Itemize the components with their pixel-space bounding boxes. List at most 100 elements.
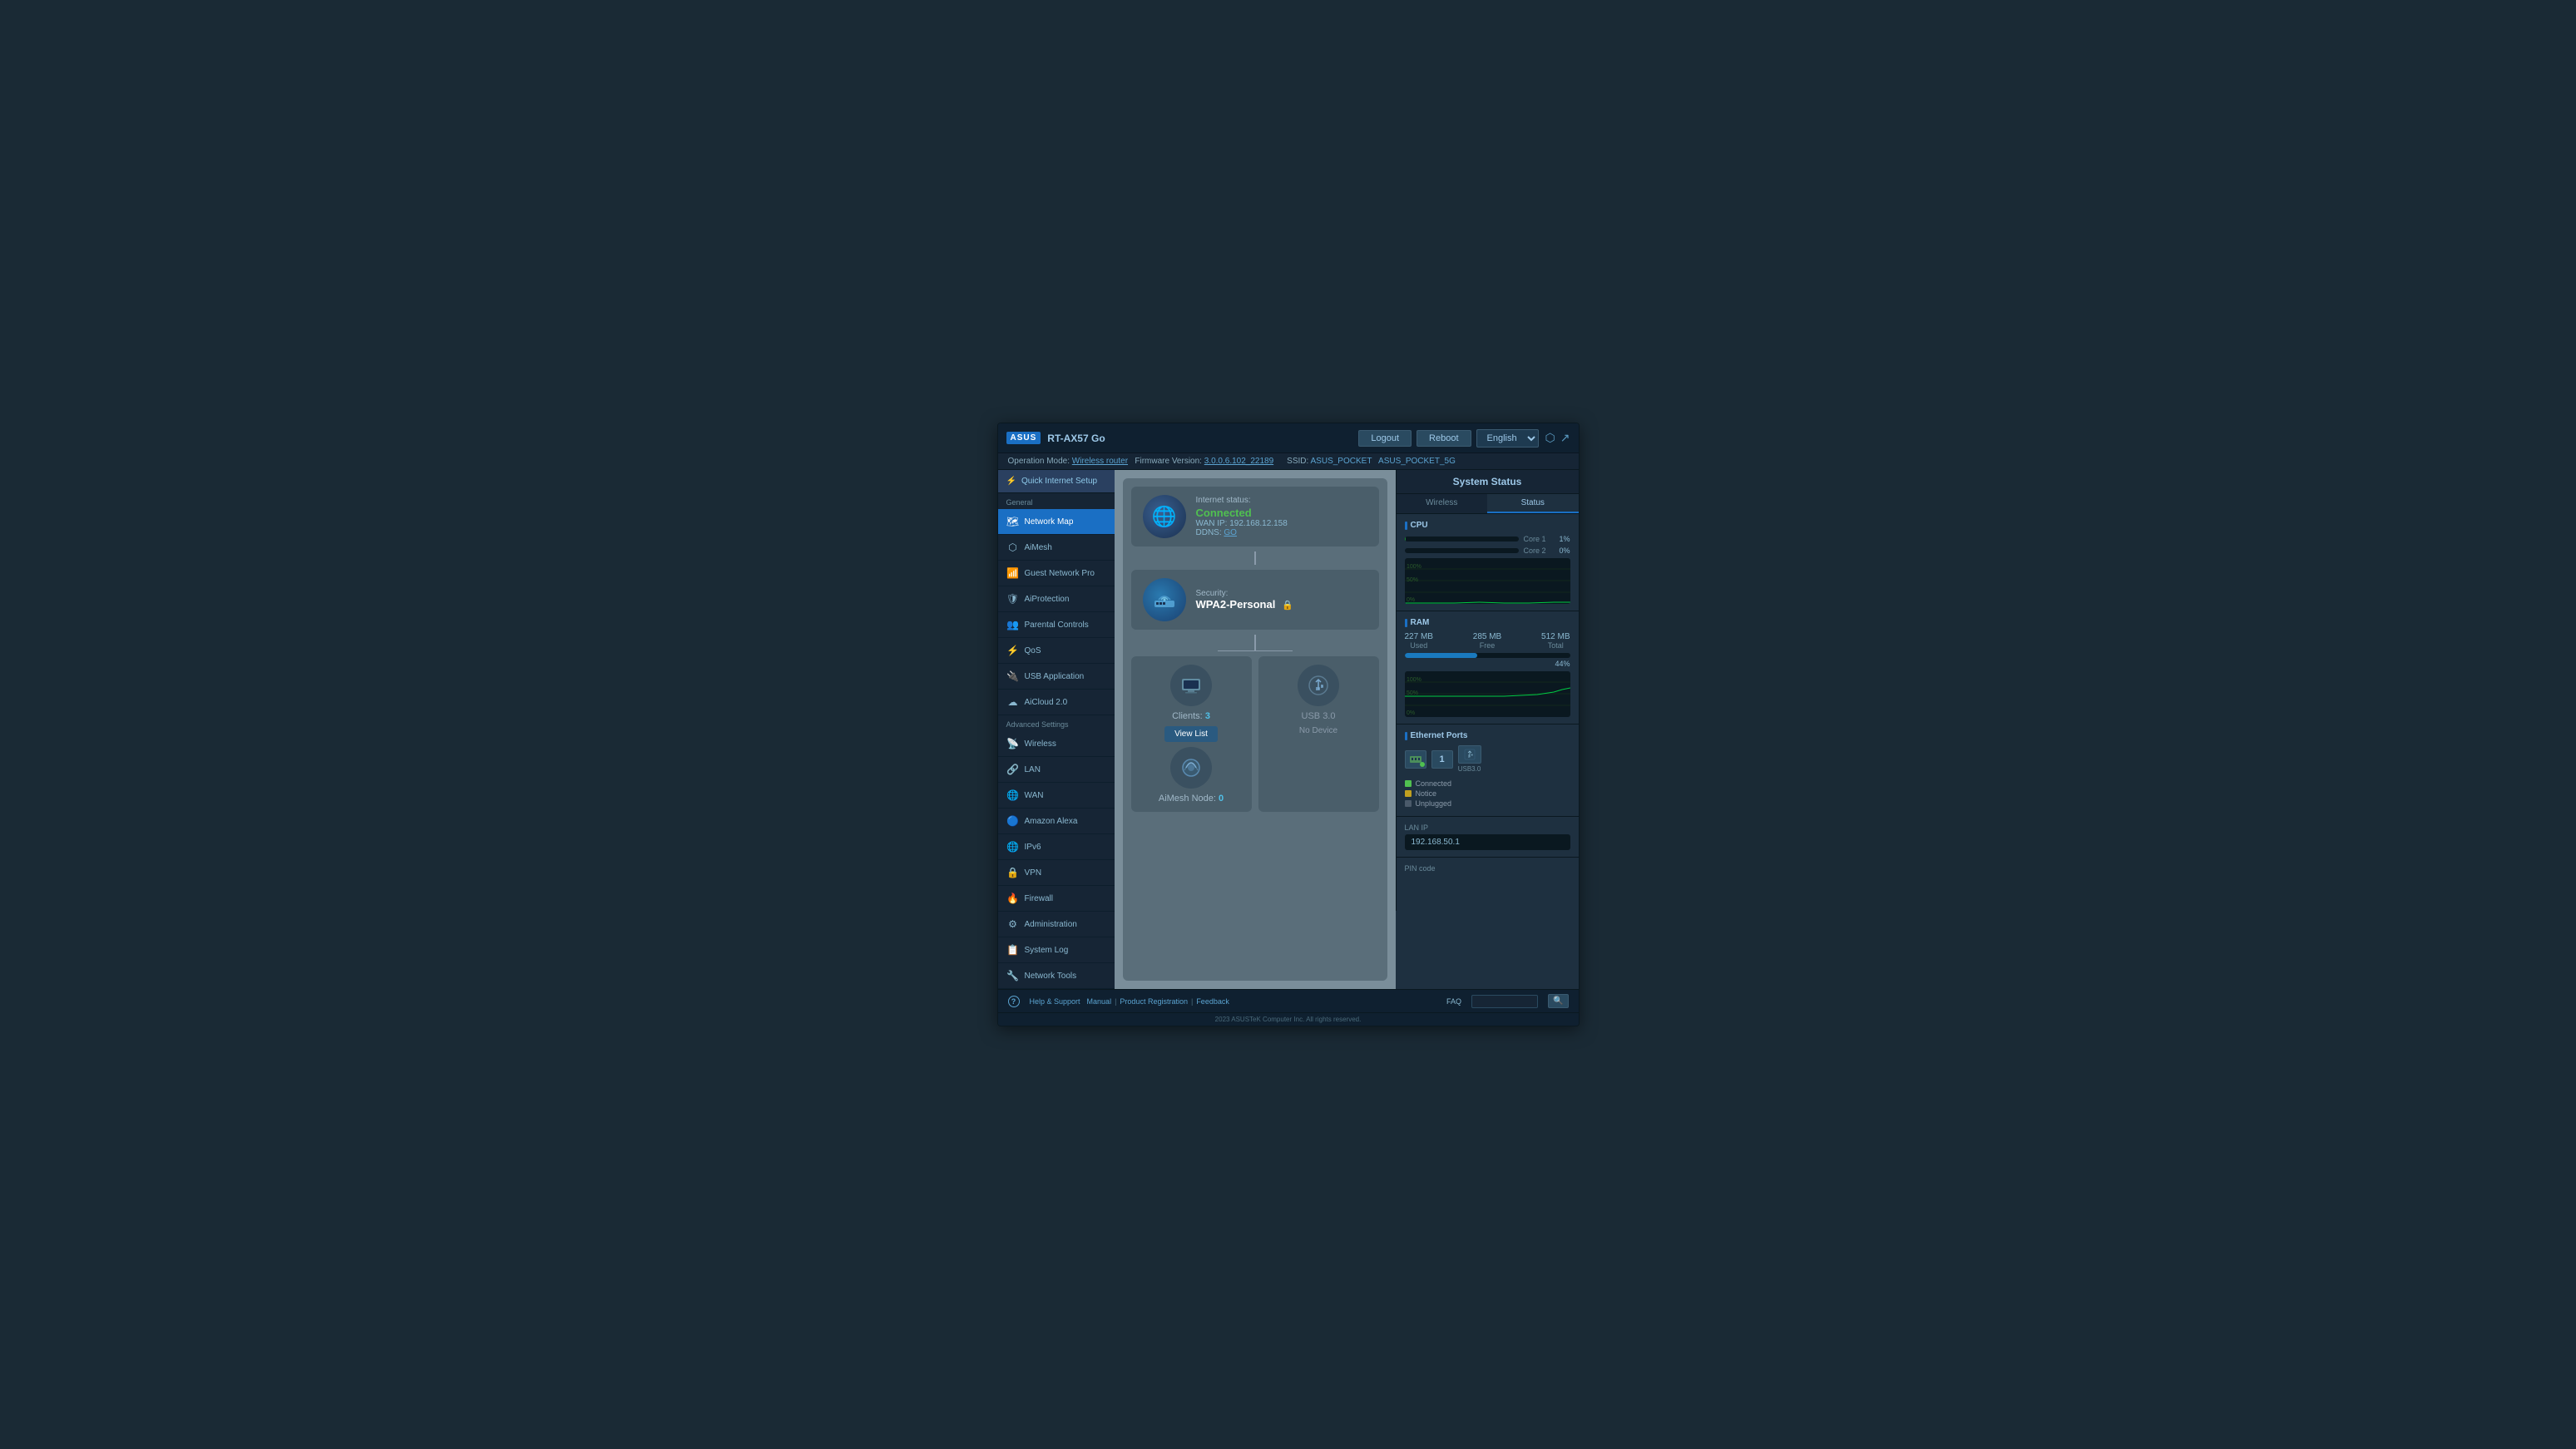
system-status-panel: System Status Wireless Status CPU Core 1… [1396, 470, 1579, 911]
sidebar-item-amazon-alexa[interactable]: 🔵 Amazon Alexa [998, 809, 1115, 834]
sidebar-item-lan[interactable]: 🔗 LAN [998, 757, 1115, 783]
network-map-icon: 🗺 [1006, 515, 1020, 528]
sidebar-item-firewall[interactable]: 🔥 Firewall [998, 886, 1115, 912]
eth-port-1: 1 [1431, 750, 1453, 769]
sidebar-label-network-tools: Network Tools [1025, 972, 1077, 981]
security-value: WPA2-Personal 🔒 [1196, 598, 1293, 611]
aiprotection-icon: 🛡 [1006, 592, 1020, 606]
sidebar-item-usb-application[interactable]: 🔌 USB Application [998, 664, 1115, 690]
sidebar-label-aimesh: AiMesh [1025, 543, 1052, 552]
globe-icon: 🌐 [1143, 495, 1186, 538]
router-icon [1143, 578, 1186, 621]
lan-ip-value: 192.168.50.1 [1405, 834, 1570, 850]
sidebar-label-vpn: VPN [1025, 868, 1042, 878]
qos-icon: ⚡ [1006, 644, 1020, 657]
cpu-core1-row: Core 1 1% [1405, 535, 1570, 543]
cpu-core2-pct: 0% [1554, 546, 1570, 555]
ram-used: 227 MB Used [1405, 632, 1433, 650]
network-tools-icon: 🔧 [1006, 969, 1020, 982]
aimesh-text: AiMesh Node: 0 [1159, 794, 1224, 804]
lan-ip-label: LAN IP [1405, 823, 1570, 832]
footer-search-input[interactable] [1471, 995, 1538, 1008]
footer-links: Help & Support Manual | Product Registra… [1030, 997, 1229, 1006]
aimesh-count: 0 [1219, 794, 1224, 804]
parental-controls-icon: 👥 [1006, 618, 1020, 631]
sidebar-item-vpn[interactable]: 🔒 VPN [998, 860, 1115, 886]
tab-wireless[interactable]: Wireless [1397, 494, 1488, 513]
branch-connector [1131, 635, 1379, 651]
sidebar-item-wan[interactable]: 🌐 WAN [998, 783, 1115, 809]
ram-bar-fill [1405, 653, 1478, 658]
usb-port-icon [1458, 745, 1481, 764]
sidebar-item-aicloud[interactable]: ☁ AiCloud 2.0 [998, 690, 1115, 715]
top-bar: ASUS RT-AX57 Go Logout Reboot English ⬡ … [998, 423, 1579, 453]
reboot-button[interactable]: Reboot [1417, 430, 1471, 447]
sidebar-item-aiprotection[interactable]: 🛡 AiProtection [998, 586, 1115, 612]
internet-status-label: Internet status: [1196, 496, 1288, 505]
bottom-cards: Clients: 3 View List [1131, 656, 1379, 812]
internet-card: 🌐 Internet status: Connected WAN IP: 192… [1131, 487, 1379, 546]
quick-setup-icon: ⚡ [1006, 477, 1016, 486]
operation-mode-link[interactable]: Wireless router [1072, 457, 1128, 466]
logout-button[interactable]: Logout [1358, 430, 1412, 447]
sidebar-item-administration[interactable]: ⚙ Administration [998, 912, 1115, 937]
clients-icon [1170, 665, 1212, 706]
sidebar-item-guest-network[interactable]: 📶 Guest Network Pro [998, 561, 1115, 586]
usb-application-icon: 🔌 [1006, 670, 1020, 683]
wireless-icon: 📡 [1006, 737, 1020, 750]
tab-status[interactable]: Status [1487, 494, 1579, 513]
quick-setup-button[interactable]: ⚡ Quick Internet Setup [998, 470, 1115, 493]
feedback-link[interactable]: Feedback [1196, 997, 1229, 1006]
ram-section: RAM 227 MB Used 285 MB Free 512 MB Total [1397, 611, 1579, 724]
ssid1-value: ASUS_POCKET [1311, 457, 1372, 466]
clients-count: 3 [1205, 711, 1210, 721]
firmware-link[interactable]: 3.0.0.6.102_22189 [1204, 457, 1273, 466]
sidebar-label-qos: QoS [1025, 646, 1041, 655]
product-reg-link[interactable]: Product Registration [1120, 997, 1188, 1006]
sidebar-item-qos[interactable]: ⚡ QoS [998, 638, 1115, 664]
svg-text:100%: 100% [1406, 564, 1421, 570]
system-status-tabs: Wireless Status [1397, 494, 1579, 514]
sidebar-item-network-tools[interactable]: 🔧 Network Tools [998, 963, 1115, 989]
svg-text:0%: 0% [1406, 597, 1414, 603]
firewall-icon: 🔥 [1006, 892, 1020, 905]
sidebar-label-system-log: System Log [1025, 946, 1069, 955]
usb-card: USB 3.0 No Device [1258, 656, 1379, 812]
ddns-link[interactable]: GO [1224, 528, 1237, 537]
aimesh-icon: ⬡ [1006, 541, 1020, 554]
footer-search-button[interactable]: 🔍 [1548, 994, 1568, 1008]
svg-text:50%: 50% [1406, 690, 1417, 696]
sidebar-item-parental-controls[interactable]: 👥 Parental Controls [998, 612, 1115, 638]
help-support-link[interactable]: Help & Support [1030, 997, 1080, 1006]
pin-code-label[interactable]: PIN code [1405, 864, 1570, 873]
view-list-button[interactable]: View List [1164, 726, 1218, 742]
cpu-core1-bar-fill [1405, 537, 1406, 542]
vpn-icon: 🔒 [1006, 866, 1020, 879]
language-select[interactable]: English [1476, 429, 1539, 448]
clients-card: Clients: 3 View List [1131, 656, 1252, 812]
sidebar-item-aimesh[interactable]: ⬡ AiMesh [998, 535, 1115, 561]
ram-free: 285 MB Free [1473, 632, 1501, 650]
sidebar-item-ipv6[interactable]: 🌐 IPv6 [998, 834, 1115, 860]
top-icons: ⬡ ↗ [1545, 431, 1570, 445]
network-icon[interactable]: ⬡ [1545, 431, 1555, 445]
faq-label: FAQ [1446, 997, 1461, 1006]
system-status-header: System Status [1397, 470, 1579, 494]
advanced-section-label: Advanced Settings [998, 715, 1115, 731]
administration-icon: ⚙ [1006, 917, 1020, 931]
cpu-core2-label: Core 2 [1524, 546, 1549, 555]
sidebar-item-network-map[interactable]: 🗺 Network Map [998, 509, 1115, 535]
amazon-alexa-icon: 🔵 [1006, 814, 1020, 828]
sidebar-item-system-log[interactable]: 📋 System Log [998, 937, 1115, 963]
brand-logo: ASUS [1006, 432, 1041, 444]
lan-icon: 🔗 [1006, 763, 1020, 776]
help-icon: ? [1008, 996, 1020, 1007]
legend-unplugged: Unplugged [1405, 799, 1570, 808]
share-icon[interactable]: ↗ [1560, 431, 1570, 445]
pin-section: PIN code [1397, 858, 1579, 879]
legend-connected: Connected [1405, 779, 1570, 788]
sidebar-label-guest-network: Guest Network Pro [1025, 569, 1095, 578]
sidebar-item-wireless[interactable]: 📡 Wireless [998, 731, 1115, 757]
sidebar-label-parental-controls: Parental Controls [1025, 621, 1089, 630]
manual-link[interactable]: Manual [1087, 997, 1112, 1006]
